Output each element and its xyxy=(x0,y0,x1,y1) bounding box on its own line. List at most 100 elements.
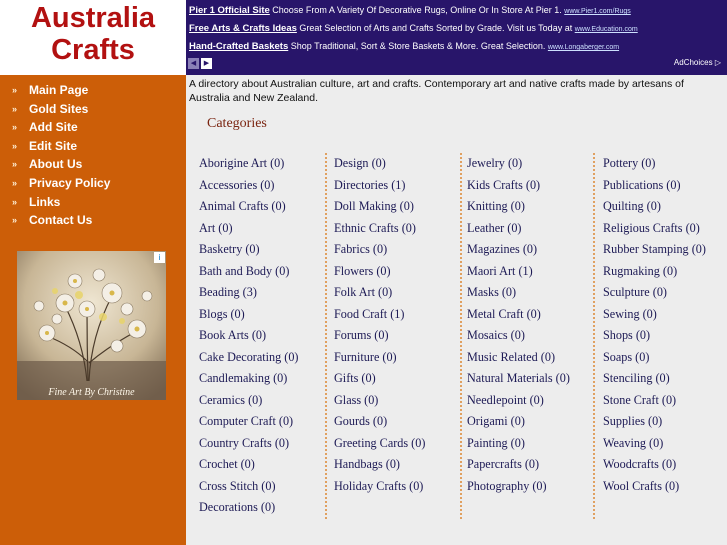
nav-privacy-policy[interactable]: » Privacy Policy xyxy=(0,174,186,193)
category-link[interactable]: Candlemaking (0) xyxy=(199,368,325,390)
category-link[interactable]: Accessories (0) xyxy=(199,175,325,197)
category-link[interactable]: Natural Materials (0) xyxy=(467,368,593,390)
category-link[interactable]: Decorations (0) xyxy=(199,497,325,519)
category-link[interactable]: Origami (0) xyxy=(467,411,593,433)
category-link[interactable]: Quilting (0) xyxy=(603,196,725,218)
ad-row: Free Arts & Crafts Ideas Great Selection… xyxy=(189,23,638,34)
category-link[interactable]: Country Crafts (0) xyxy=(199,433,325,455)
category-link[interactable]: Gourds (0) xyxy=(334,411,460,433)
category-link[interactable]: Kids Crafts (0) xyxy=(467,175,593,197)
category-link[interactable]: Ethnic Crafts (0) xyxy=(334,218,460,240)
logo-line-2: Crafts xyxy=(51,34,135,66)
category-link[interactable]: Holiday Crafts (0) xyxy=(334,476,460,498)
nav-main-page[interactable]: » Main Page xyxy=(0,81,186,100)
category-link[interactable]: Masks (0) xyxy=(467,282,593,304)
category-link[interactable]: Cross Stitch (0) xyxy=(199,476,325,498)
category-link[interactable]: Maori Art (1) xyxy=(467,261,593,283)
nav-bullet-icon: » xyxy=(12,103,18,114)
nav-label: Links xyxy=(29,194,61,209)
category-link[interactable]: Sculpture (0) xyxy=(603,282,725,304)
ad-row: Hand-Crafted Baskets Shop Traditional, S… xyxy=(189,41,619,52)
category-link[interactable]: Shops (0) xyxy=(603,325,725,347)
category-link[interactable]: Forums (0) xyxy=(334,325,460,347)
ad-title-link[interactable]: Free Arts & Crafts Ideas xyxy=(189,23,297,34)
nav-links[interactable]: » Links xyxy=(0,193,186,212)
category-link[interactable]: Furniture (0) xyxy=(334,347,460,369)
category-link[interactable]: Supplies (0) xyxy=(603,411,725,433)
sidebar-ad-image[interactable]: i Fine Art By Christine xyxy=(17,251,166,400)
category-link[interactable]: Aborigine Art (0) xyxy=(199,153,325,175)
category-link[interactable]: Fabrics (0) xyxy=(334,239,460,261)
category-link[interactable]: Music Related (0) xyxy=(467,347,593,369)
nav-label: Contact Us xyxy=(29,213,93,228)
site-logo[interactable]: Australia Crafts xyxy=(0,0,186,75)
category-link[interactable]: Ceramics (0) xyxy=(199,390,325,412)
category-link[interactable]: Religious Crafts (0) xyxy=(603,218,725,240)
ad-next-arrow-icon[interactable]: ▶ xyxy=(201,58,212,69)
ad-banner: Pier 1 Official Site Choose From A Varie… xyxy=(186,0,727,75)
category-link[interactable]: Cake Decorating (0) xyxy=(199,347,325,369)
category-link[interactable]: Directories (1) xyxy=(334,175,460,197)
category-link[interactable]: Basketry (0) xyxy=(199,239,325,261)
category-link[interactable]: Bath and Body (0) xyxy=(199,261,325,283)
category-link[interactable]: Handbags (0) xyxy=(334,454,460,476)
category-link[interactable]: Stone Craft (0) xyxy=(603,390,725,412)
category-link[interactable]: Magazines (0) xyxy=(467,239,593,261)
category-link[interactable]: Computer Craft (0) xyxy=(199,411,325,433)
category-link[interactable]: Papercrafts (0) xyxy=(467,454,593,476)
nav-bullet-icon: » xyxy=(12,122,18,133)
nav-edit-site[interactable]: » Edit Site xyxy=(0,137,186,156)
nav-contact-us[interactable]: » Contact Us xyxy=(0,211,186,230)
category-link[interactable]: Beading (3) xyxy=(199,282,325,304)
ad-url-link[interactable]: www.Pier1.com/Rugs xyxy=(564,8,631,15)
category-link[interactable]: Gifts (0) xyxy=(334,368,460,390)
category-column-2: Design (0) Directories (1) Doll Making (0)… xyxy=(334,153,462,519)
nav-add-site[interactable]: » Add Site xyxy=(0,118,186,137)
ad-text: Great Selection of Arts and Crafts Sorte… xyxy=(296,23,575,33)
category-link[interactable]: Sewing (0) xyxy=(603,304,725,326)
category-link[interactable]: Food Craft (1) xyxy=(334,304,460,326)
category-link[interactable]: Greeting Cards (0) xyxy=(334,433,460,455)
category-link[interactable]: Stenciling (0) xyxy=(603,368,725,390)
adchoices-badge-icon[interactable]: i xyxy=(154,252,165,263)
category-link[interactable]: Pottery (0) xyxy=(603,153,725,175)
category-link[interactable]: Doll Making (0) xyxy=(334,196,460,218)
category-link[interactable]: Rugmaking (0) xyxy=(603,261,725,283)
category-link[interactable]: Painting (0) xyxy=(467,433,593,455)
category-link[interactable]: Publications (0) xyxy=(603,175,725,197)
category-link[interactable]: Wool Crafts (0) xyxy=(603,476,725,498)
category-link[interactable]: Blogs (0) xyxy=(199,304,325,326)
category-link[interactable]: Book Arts (0) xyxy=(199,325,325,347)
category-link[interactable]: Folk Art (0) xyxy=(334,282,460,304)
category-link[interactable]: Photography (0) xyxy=(467,476,593,498)
ad-url-link[interactable]: www.Education.com xyxy=(575,26,638,33)
category-link[interactable]: Knitting (0) xyxy=(467,196,593,218)
category-link[interactable]: Needlepoint (0) xyxy=(467,390,593,412)
nav-label: Edit Site xyxy=(29,138,78,153)
ad-url-link[interactable]: www.Longaberger.com xyxy=(548,44,619,51)
category-link[interactable]: Weaving (0) xyxy=(603,433,725,455)
ad-title-link[interactable]: Hand-Crafted Baskets xyxy=(189,41,288,52)
category-link[interactable]: Crochet (0) xyxy=(199,454,325,476)
category-link[interactable]: Design (0) xyxy=(334,153,460,175)
category-link[interactable]: Flowers (0) xyxy=(334,261,460,283)
nav-gold-sites[interactable]: » Gold Sites xyxy=(0,100,186,119)
ad-title-link[interactable]: Pier 1 Official Site xyxy=(189,5,270,16)
nav-bullet-icon: » xyxy=(12,196,18,207)
category-link[interactable]: Animal Crafts (0) xyxy=(199,196,325,218)
category-link[interactable]: Woodcrafts (0) xyxy=(603,454,725,476)
category-link[interactable]: Jewelry (0) xyxy=(467,153,593,175)
adchoices-icon: ▷ xyxy=(714,58,721,67)
adchoices-link[interactable]: AdChoices ▷ xyxy=(674,58,721,67)
categories-heading: Categories xyxy=(207,116,267,131)
ad-prev-arrow-icon[interactable]: ◀ xyxy=(188,58,199,69)
category-link[interactable]: Mosaics (0) xyxy=(467,325,593,347)
category-link[interactable]: Art (0) xyxy=(199,218,325,240)
nav-about-us[interactable]: » About Us xyxy=(0,155,186,174)
nav-bullet-icon: » xyxy=(12,140,18,151)
category-link[interactable]: Rubber Stamping (0) xyxy=(603,239,725,261)
category-link[interactable]: Glass (0) xyxy=(334,390,460,412)
category-link[interactable]: Leather (0) xyxy=(467,218,593,240)
category-link[interactable]: Soaps (0) xyxy=(603,347,725,369)
category-link[interactable]: Metal Craft (0) xyxy=(467,304,593,326)
